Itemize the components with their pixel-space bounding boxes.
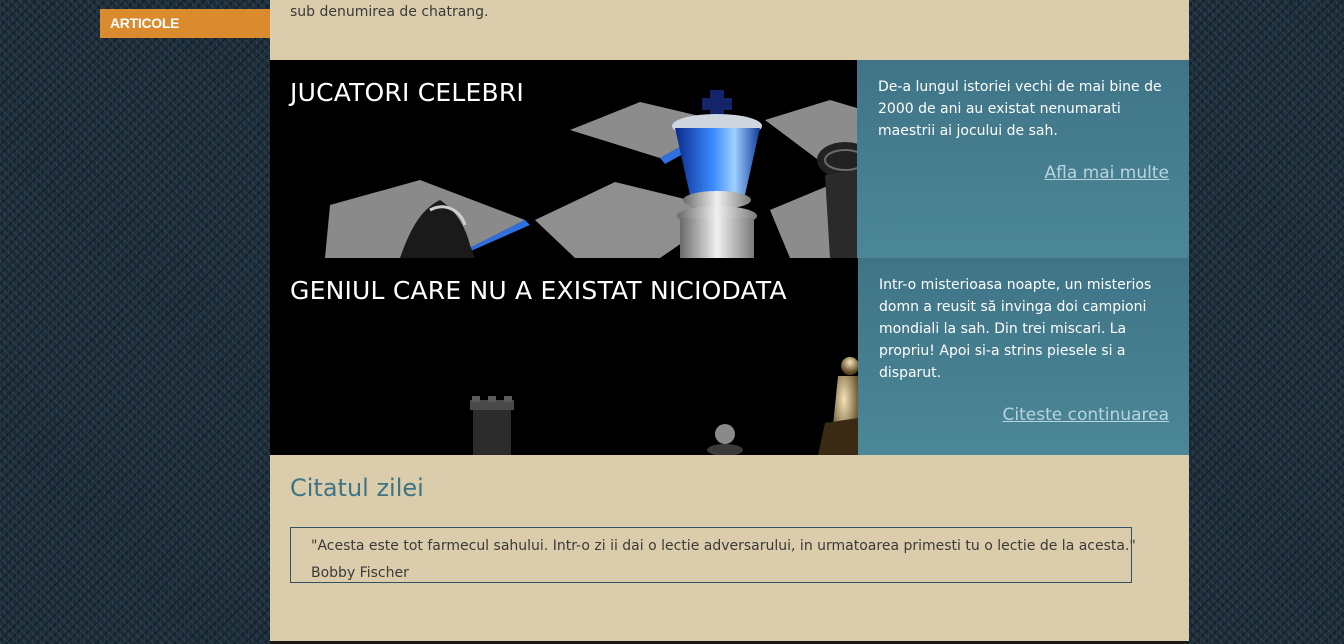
feature-panel: De-a lungul istoriei vechi de mai bine d… — [857, 60, 1189, 258]
sidebar-tab-articole[interactable]: ARTICOLE — [100, 9, 270, 38]
learn-more-link[interactable]: Afla mai multe — [878, 162, 1169, 184]
intro-text: sub denumirea de chatrang. — [290, 4, 489, 20]
feature-description: Intr-o misterioasa noapte, un misterios … — [879, 277, 1152, 381]
quote-box: "Acesta este tot farmecul sahului. Intr-… — [290, 527, 1136, 583]
feature-title: GENIUL CARE NU A EXISTAT NICIODATA — [290, 276, 787, 305]
quote-author: Bobby Fischer — [311, 565, 409, 581]
main-content: sub denumirea de chatrang. JUCATORI CELE… — [270, 0, 1189, 644]
feature-description: De-a lungul istoriei vechi de mai bine d… — [878, 79, 1162, 139]
feature-famous-players: JUCATORI CELEBRI De-a lungul istoriei ve… — [270, 60, 1189, 258]
chess-king-image[interactable]: JUCATORI CELEBRI — [270, 60, 857, 258]
quote-text: "Acesta este tot farmecul sahului. Intr-… — [311, 538, 1136, 554]
quote-heading: Citatul zilei — [290, 474, 424, 502]
feature-title: JUCATORI CELEBRI — [290, 78, 524, 107]
feature-nonexistent-genius: GENIUL CARE NU A EXISTAT NICIODATA Intr-… — [270, 258, 1189, 455]
feature-panel: Intr-o misterioasa noapte, un misterios … — [858, 258, 1189, 455]
read-more-link[interactable]: Citeste continuarea — [879, 404, 1169, 426]
chess-pieces-image[interactable]: GENIUL CARE NU A EXISTAT NICIODATA — [270, 258, 858, 455]
